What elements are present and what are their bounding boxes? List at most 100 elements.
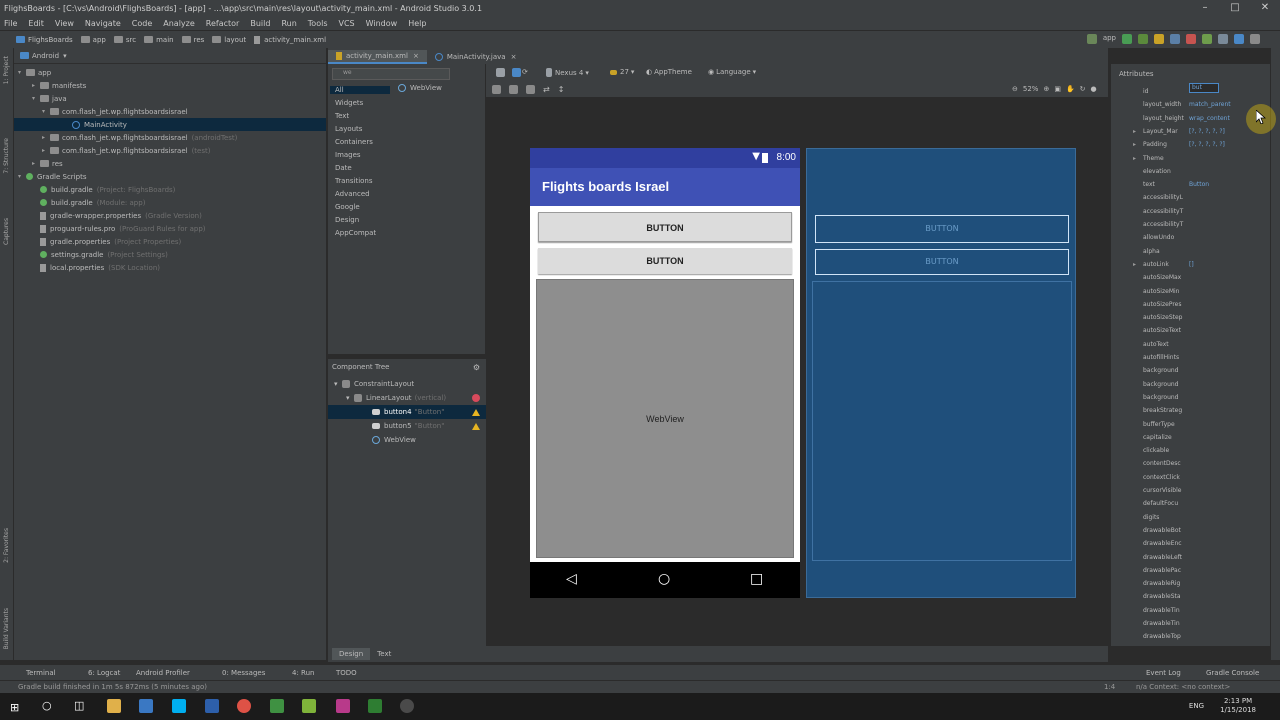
skype-icon[interactable] bbox=[172, 699, 186, 713]
crumb-src[interactable]: src bbox=[113, 36, 136, 44]
attribute-row[interactable]: drawableSta bbox=[1143, 593, 1181, 600]
windows-start-icon[interactable]: ⊞ bbox=[10, 701, 19, 714]
attribute-row[interactable]: contentDesc bbox=[1143, 460, 1181, 467]
android-studio-icon[interactable] bbox=[302, 699, 316, 713]
attribute-row[interactable]: ▸ autoLink [] bbox=[1133, 261, 1194, 268]
preview-webview[interactable]: WebView bbox=[536, 279, 794, 558]
device-select[interactable]: Nexus 4 ▾ bbox=[546, 68, 589, 77]
run-button[interactable]: 4: Run bbox=[292, 669, 314, 677]
captures-tool-button[interactable]: Captures bbox=[3, 218, 10, 245]
attribute-row[interactable]: drawablePac bbox=[1143, 567, 1181, 574]
tree-item-proguard[interactable]: proguard-rules.pro (ProGuard Rules for ap… bbox=[40, 222, 206, 235]
palette-category-text[interactable]: Text bbox=[335, 112, 349, 120]
search-icon[interactable]: ○ bbox=[42, 699, 52, 712]
attribute-row[interactable]: autoSizeMax bbox=[1143, 274, 1181, 281]
todo-button[interactable]: TODO bbox=[336, 669, 357, 677]
android-profiler-button[interactable]: Android Profiler bbox=[136, 669, 190, 677]
attribute-row[interactable]: autoSizeMin bbox=[1143, 288, 1179, 295]
ie-icon[interactable] bbox=[139, 699, 153, 713]
event-log-button[interactable]: Event Log bbox=[1146, 669, 1181, 677]
attribute-value[interactable]: Button bbox=[1189, 181, 1209, 188]
chrome-icon[interactable] bbox=[237, 699, 251, 713]
preview-button-2[interactable]: BUTTON bbox=[538, 248, 792, 274]
theme-select[interactable]: ◐ AppTheme bbox=[646, 68, 692, 76]
show-design-icon[interactable] bbox=[492, 85, 501, 94]
notepad-icon[interactable] bbox=[270, 699, 284, 713]
tree-webview[interactable]: WebView bbox=[372, 433, 416, 447]
tree-item-build-gradle-module[interactable]: build.gradle (Module: app) bbox=[40, 196, 145, 209]
maximize-icon[interactable]: □ bbox=[1220, 0, 1250, 16]
device-preview[interactable]: ▼ 8:00 Flights boards Israel BUTTON BUTT… bbox=[530, 148, 800, 598]
tree-item-mainactivity[interactable]: MainActivity bbox=[14, 118, 326, 131]
minimize-icon[interactable]: – bbox=[1190, 0, 1220, 16]
palette-category-transitions[interactable]: Transitions bbox=[335, 177, 373, 185]
show-blueprint-icon[interactable] bbox=[509, 85, 518, 94]
maps-icon[interactable] bbox=[400, 699, 414, 713]
logcat-button[interactable]: 6: Logcat bbox=[88, 669, 120, 677]
attribute-row[interactable]: allowUndo bbox=[1143, 234, 1174, 241]
close-icon[interactable]: ✕ bbox=[1250, 0, 1280, 16]
expand-arrow-icon[interactable]: ▸ bbox=[1133, 261, 1136, 268]
attribute-row[interactable]: contextClick bbox=[1143, 474, 1180, 481]
menu-build[interactable]: Build bbox=[250, 19, 270, 28]
attribute-row[interactable]: background bbox=[1143, 381, 1179, 388]
refresh-icon[interactable]: ↻ bbox=[1080, 85, 1086, 93]
warnings-icon[interactable]: ● bbox=[1091, 85, 1097, 93]
attribute-row[interactable]: background bbox=[1143, 367, 1179, 374]
blueprint-button-2[interactable]: BUTTON bbox=[815, 249, 1069, 275]
project-tool-button[interactable]: 1: Project bbox=[3, 56, 10, 84]
tree-item-package[interactable]: ▾ com.flash_jet.wp.flightsboardsisrael bbox=[42, 105, 188, 118]
attribute-row[interactable]: ▸ Padding [?, ?, ?, ?, ?] bbox=[1133, 141, 1225, 148]
attribute-row[interactable]: drawableTop bbox=[1143, 633, 1181, 640]
tab-activity-main[interactable]: activity_main.xml × bbox=[328, 50, 427, 64]
terminal-button[interactable]: Terminal bbox=[26, 669, 56, 677]
attribute-row[interactable]: autoSizeText bbox=[1143, 327, 1181, 334]
tree-item-package-androidtest[interactable]: ▸ com.flash_jet.wp.flightsboardsisrael (an… bbox=[42, 131, 237, 144]
tree-button5[interactable]: button5 "Button" bbox=[372, 419, 486, 433]
palette-category-design[interactable]: Design bbox=[335, 216, 359, 224]
system-clock[interactable]: 2:13 PM 1/15/2018 bbox=[1220, 697, 1256, 715]
structure-tool-button[interactable]: 7: Structure bbox=[3, 138, 10, 174]
attribute-row[interactable]: drawableLeft bbox=[1143, 554, 1182, 561]
attribute-row[interactable]: drawableTin bbox=[1143, 607, 1180, 614]
crumb-file[interactable]: activity_main.xml bbox=[254, 35, 326, 44]
menu-code[interactable]: Code bbox=[132, 19, 152, 28]
tree-item-res[interactable]: ▸ res bbox=[32, 157, 63, 170]
palette-category-appcompat[interactable]: AppCompat bbox=[335, 229, 376, 237]
orientation-icon[interactable]: ⟳ bbox=[522, 68, 528, 76]
crumb-res[interactable]: res bbox=[181, 36, 204, 44]
attribute-row[interactable]: autoText bbox=[1143, 341, 1169, 348]
attribute-row[interactable]: accessibilityT bbox=[1143, 221, 1183, 228]
zoom-in-icon[interactable]: ⊕ bbox=[1043, 85, 1049, 93]
attribute-row[interactable]: digits bbox=[1143, 514, 1159, 521]
tree-item-settings-gradle[interactable]: settings.gradle (Project Settings) bbox=[40, 248, 168, 261]
palette-category-widgets[interactable]: Widgets bbox=[335, 99, 363, 107]
stop-icon[interactable] bbox=[1186, 34, 1196, 44]
attribute-row[interactable]: layout_width match_parent bbox=[1143, 101, 1231, 108]
menu-file[interactable]: File bbox=[4, 19, 17, 28]
menu-view[interactable]: View bbox=[55, 19, 74, 28]
tab-mainactivity-java[interactable]: MainActivity.java × bbox=[427, 50, 525, 64]
run-config-select[interactable]: app bbox=[1103, 34, 1116, 44]
avd-manager-icon[interactable] bbox=[1218, 34, 1228, 44]
build-variants-tool-button[interactable]: Build Variants bbox=[3, 608, 10, 649]
tree-button4[interactable]: button4 "Button" bbox=[328, 405, 486, 419]
gear-icon[interactable]: ⚙ bbox=[473, 363, 480, 372]
menu-window[interactable]: Window bbox=[366, 19, 398, 28]
expand-arrow-icon[interactable]: ▸ bbox=[1133, 141, 1136, 148]
attribute-row[interactable]: text Button bbox=[1143, 181, 1209, 188]
attribute-row[interactable]: autofillHints bbox=[1143, 354, 1179, 361]
palette-category-all[interactable]: All bbox=[330, 86, 390, 94]
attribute-value[interactable]: [?, ?, ?, ?, ?] bbox=[1189, 128, 1225, 135]
attribute-row[interactable]: autoSizeStep bbox=[1143, 314, 1182, 321]
palette-category-date[interactable]: Date bbox=[335, 164, 352, 172]
id-input[interactable]: but bbox=[1189, 83, 1219, 93]
attribute-row[interactable]: clickable bbox=[1143, 447, 1169, 454]
preview-button-1[interactable]: BUTTON bbox=[538, 212, 792, 242]
attribute-row[interactable]: ▸ Layout_Mar [?, ?, ?, ?, ?] bbox=[1133, 128, 1225, 135]
debug-icon[interactable] bbox=[1138, 34, 1148, 44]
messages-button[interactable]: 0: Messages bbox=[222, 669, 265, 677]
menu-refactor[interactable]: Refactor bbox=[206, 19, 240, 28]
palette-category-advanced[interactable]: Advanced bbox=[335, 190, 370, 198]
tree-item-java[interactable]: ▾ java bbox=[32, 92, 67, 105]
